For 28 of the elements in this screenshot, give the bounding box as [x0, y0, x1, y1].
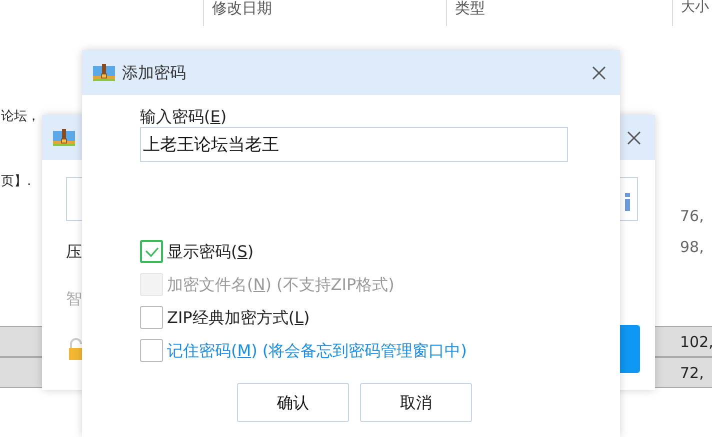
close-icon[interactable] — [591, 64, 607, 80]
password-field[interactable]: 上老王论坛当老王 — [140, 127, 568, 162]
body-text: 论坛， — [1, 108, 40, 126]
label-text: 压 — [66, 241, 82, 263]
dialog-button[interactable]: 取消 — [360, 383, 472, 422]
size-cell-text: 76, — [680, 206, 704, 227]
option-label: 加密文件名(N) (不支持ZIP格式) — [167, 274, 394, 296]
label-text: 智 — [66, 288, 82, 310]
size-cell-text: 102, — [680, 332, 712, 353]
close-icon[interactable] — [626, 130, 642, 146]
checkbox[interactable] — [140, 339, 163, 362]
archive-icon — [92, 62, 116, 83]
size-cell-text: 98, — [680, 237, 704, 258]
size-cell-text: 72, — [680, 363, 704, 384]
option-label: ZIP经典加密方式(L) — [167, 306, 310, 328]
column-header: 类型 — [455, 0, 485, 19]
lock-icon — [68, 337, 84, 360]
checkbox[interactable] — [140, 306, 163, 329]
check-icon — [144, 246, 158, 256]
field-label: 输入密码(E) — [140, 106, 228, 127]
checkbox[interactable] — [140, 240, 163, 263]
info-icon — [625, 190, 630, 212]
archive-icon — [52, 127, 76, 148]
column-header: 修改日期 — [212, 0, 272, 19]
option-label: 显示密码(S) — [167, 240, 254, 262]
dialog-button[interactable]: 确认 — [237, 383, 349, 422]
body-text: 页】. — [1, 173, 32, 191]
dialog-title: 添加密码 — [122, 62, 187, 84]
